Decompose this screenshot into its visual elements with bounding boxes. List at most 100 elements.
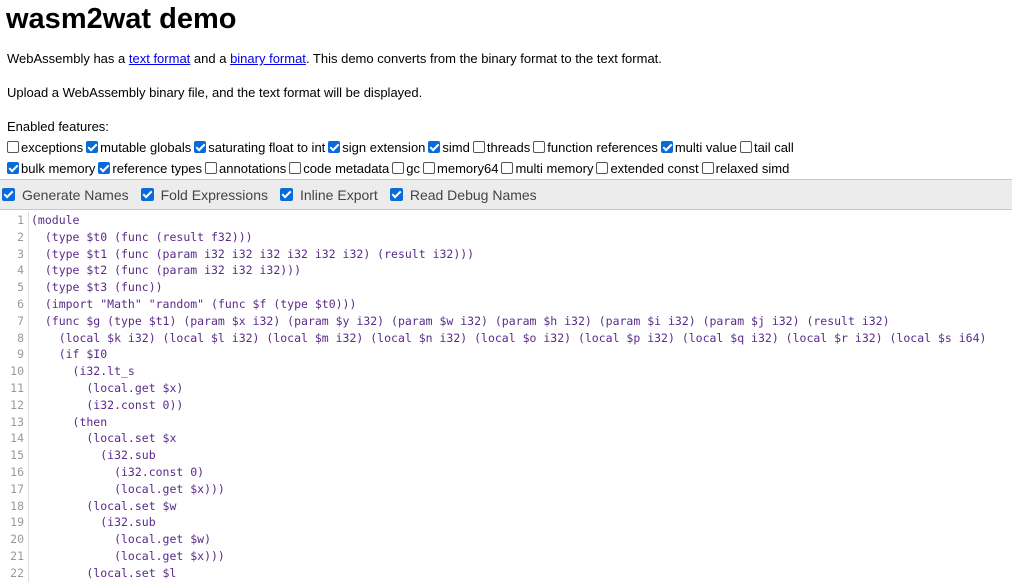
text-format-link[interactable]: text format (129, 51, 190, 66)
line-number: 7 (0, 312, 29, 330)
feature-label: reference types (112, 160, 203, 176)
line-number: 8 (0, 329, 29, 347)
line-number: 22 (0, 564, 29, 582)
feature-simd-checkbox[interactable] (428, 141, 441, 153)
feature-multi-value[interactable]: multi value (660, 139, 737, 155)
code-line: 4 (type $t2 (func (param i32 i32 i32))) (0, 262, 1012, 280)
code-line: 1 (module (0, 212, 1012, 229)
code-line: 13 (then (0, 413, 1012, 431)
code-text: (func $g (type $t1) (param $x i32) (para… (31, 313, 890, 328)
feature-exceptions[interactable]: exceptions (7, 140, 83, 155)
option-fold-expressions[interactable]: Fold Expressions (140, 187, 268, 203)
feature-label: multi memory (515, 160, 594, 176)
feature-annotations[interactable]: annotations (205, 161, 286, 176)
feature-mutable-globals[interactable]: mutable globals (86, 140, 191, 155)
line-number: 14 (0, 430, 29, 448)
feature-reference-types-checkbox[interactable] (98, 162, 111, 174)
code-text: (i32.sub (31, 515, 156, 530)
intro-prefix: WebAssembly has a (7, 51, 129, 66)
feature-function-references[interactable]: function references (533, 140, 658, 155)
feature-label: function references (547, 139, 658, 155)
line-number: 10 (0, 363, 29, 380)
line-number: 2 (0, 228, 29, 246)
feature-exceptions-checkbox[interactable] (7, 141, 19, 153)
feature-label: code metadata (303, 160, 390, 176)
code-text: (type $t0 (func (result f32))) (31, 229, 253, 244)
option-fold-expressions-checkbox[interactable] (140, 188, 154, 201)
code-text: (local.get $x) (31, 380, 184, 395)
option-label: Inline Export (300, 186, 378, 203)
feature-tail-call[interactable]: tail call (739, 140, 794, 155)
feature-label: multi value (674, 139, 737, 155)
feature-saturating-float-to-int[interactable]: saturating float to int (194, 140, 325, 155)
feature-mutable-globals-checkbox[interactable] (86, 141, 99, 153)
feature-threads-checkbox[interactable] (472, 141, 485, 153)
feature-saturating-float-to-int-checkbox[interactable] (194, 141, 207, 153)
feature-relaxed-simd[interactable]: relaxed simd (701, 160, 790, 176)
line-number: 15 (0, 447, 29, 464)
upload-instructions: Upload a WebAssembly binary file, and th… (7, 85, 423, 100)
feature-sign-extension-checkbox[interactable] (328, 141, 341, 153)
line-number: 16 (0, 463, 29, 481)
option-label: Generate Names (22, 186, 129, 203)
feature-extended-const-checkbox[interactable] (596, 162, 609, 174)
code-text: (local.get $x))) (31, 481, 225, 496)
code-text: (type $t3 (func)) (31, 280, 163, 295)
feature-sign-extension[interactable]: sign extension (328, 140, 425, 155)
option-generate-names-checkbox[interactable] (2, 188, 15, 201)
code-line: 6 (import "Math" "random" (func $f (type… (0, 295, 1012, 313)
line-number: 18 (0, 497, 29, 515)
line-number: 3 (0, 245, 29, 263)
code-line: 10 (i32.lt_s (0, 363, 1012, 380)
line-number: 21 (0, 547, 29, 565)
code-line: 8 (local $k i32) (local $l i32) (local $… (0, 329, 1012, 347)
code-line: 7 (func $g (type $t1) (param $x i32) (pa… (0, 312, 1012, 330)
features-label: Enabled features: (7, 119, 109, 134)
feature-memory64[interactable]: memory64 (423, 161, 498, 176)
feature-function-references-checkbox[interactable] (533, 141, 546, 153)
code-line: 11 (local.get $x) (0, 379, 1012, 397)
output-options-toolbar: Generate Names Fold Expressions Inline Exp… (0, 179, 1012, 210)
feature-memory64-checkbox[interactable] (423, 162, 436, 174)
option-inline-export[interactable]: Inline Export (280, 187, 378, 203)
code-line: 15 (i32.sub (0, 447, 1012, 464)
option-inline-export-checkbox[interactable] (280, 188, 293, 201)
feature-multi-memory[interactable]: multi memory (501, 161, 593, 176)
code-text: (then (31, 414, 108, 429)
line-number: 12 (0, 396, 29, 414)
feature-tail-call-checkbox[interactable] (739, 141, 752, 153)
feature-label: gc (406, 160, 421, 176)
binary-format-link[interactable]: binary format (230, 51, 306, 66)
line-number: 6 (0, 295, 29, 313)
feature-multi-value-checkbox[interactable] (660, 141, 673, 153)
option-read-debug-names-checkbox[interactable] (389, 188, 403, 201)
feature-annotations-checkbox[interactable] (205, 162, 218, 174)
code-text: (i32.lt_s (31, 364, 135, 379)
feature-label: threads (486, 139, 531, 155)
feature-multi-memory-checkbox[interactable] (501, 162, 514, 174)
feature-gc[interactable]: gc (392, 161, 420, 176)
code-text: (module (31, 213, 80, 227)
feature-simd[interactable]: simd (428, 140, 470, 155)
line-number: 11 (0, 379, 29, 397)
feature-threads[interactable]: threads (472, 139, 531, 155)
code-text: (local.set $l (31, 565, 177, 580)
intro-paragraph: WebAssembly has a text format and a bina… (7, 51, 662, 67)
wat-output-editor[interactable]: 1 (module 2 (type $t0 (func (result f32)))… (0, 212, 1012, 587)
feature-gc-checkbox[interactable] (392, 162, 405, 174)
feature-relaxed-simd-checkbox[interactable] (701, 162, 714, 174)
feature-label: mutable globals (100, 139, 192, 155)
line-number: 9 (0, 346, 29, 364)
code-text: (local.get $x))) (31, 548, 225, 563)
feature-extended-const[interactable]: extended const (596, 161, 699, 176)
feature-bulk-memory[interactable]: bulk memory (7, 161, 95, 176)
intro-suffix: . This demo converts from the binary for… (305, 51, 662, 66)
option-read-debug-names[interactable]: Read Debug Names (389, 187, 537, 203)
feature-bulk-memory-checkbox[interactable] (7, 162, 19, 174)
feature-reference-types[interactable]: reference types (98, 161, 202, 176)
feature-code-metadata[interactable]: code metadata (289, 161, 389, 176)
feature-label: relaxed simd (715, 160, 790, 176)
code-line: 16 (i32.const 0) (0, 463, 1012, 481)
feature-code-metadata-checkbox[interactable] (289, 162, 302, 174)
option-generate-names[interactable]: Generate Names (2, 187, 129, 203)
